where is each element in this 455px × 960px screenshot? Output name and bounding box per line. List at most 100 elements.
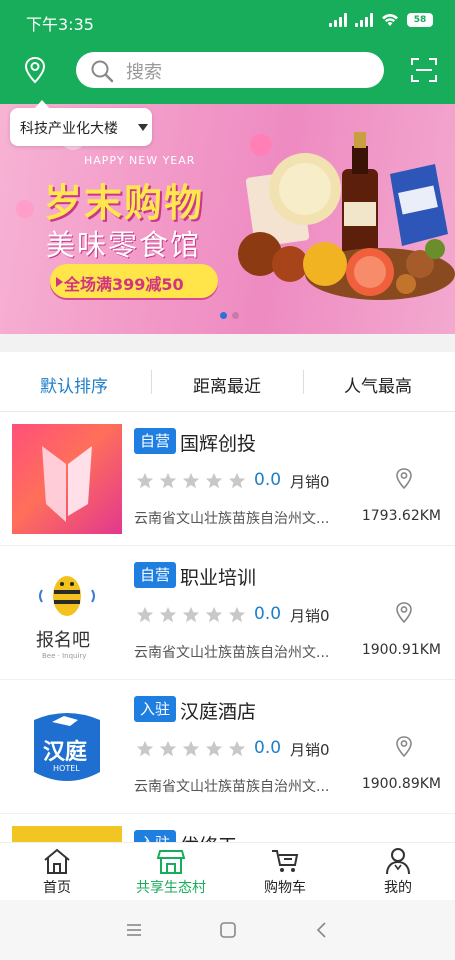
star-icon — [182, 606, 200, 623]
nav-profile[interactable]: 我的 — [343, 847, 453, 899]
store-badge: 入驻 — [134, 696, 177, 722]
home-icon — [44, 848, 70, 874]
home-square-icon[interactable] — [218, 920, 238, 940]
rating-value: 0.0 — [254, 604, 282, 624]
store-name: 国辉创投 — [180, 433, 257, 455]
shop-icon — [156, 850, 186, 874]
nav-cart[interactable]: 购物车 — [230, 847, 340, 899]
cart-icon — [272, 850, 299, 872]
location-pin-icon[interactable] — [22, 56, 48, 84]
banner-promo-pill: 全场满399减50 — [50, 264, 218, 298]
star-icon — [136, 606, 154, 623]
banner-happy-text: HAPPY NEW YEAR — [84, 154, 196, 167]
pagination-dot — [232, 312, 239, 319]
snack-products-image — [238, 132, 455, 300]
location-pin-icon — [396, 736, 412, 758]
store-address: 云南省文山壮族苗族自治州文... — [134, 511, 330, 527]
logo-text: 汉庭 — [43, 740, 88, 765]
signal-icon — [355, 13, 373, 27]
rating-stars — [136, 740, 246, 758]
star-icon — [228, 740, 246, 757]
pagination-dot-active — [220, 312, 227, 319]
logo-subtext: Bee · Inquiry — [42, 652, 87, 660]
banner-title: 岁末购物 — [44, 181, 205, 225]
monthly-sales: 月销0 — [290, 741, 330, 759]
section-divider — [0, 334, 455, 352]
logo-text: 报名吧 — [36, 630, 90, 651]
store-name: 汉庭酒店 — [180, 701, 257, 723]
location-pin-icon — [396, 602, 412, 624]
rating-stars — [136, 472, 246, 490]
search-icon — [91, 60, 114, 83]
location-label: 科技产业化大楼 — [20, 121, 118, 137]
store-distance: 1900.91KM — [361, 642, 441, 658]
star-icon — [159, 472, 177, 489]
search-placeholder: 搜索 — [126, 62, 162, 83]
bottom-navigation: 首页 共享生态村 购物车 我的 — [0, 842, 455, 900]
monthly-sales: 月销0 — [290, 607, 330, 625]
store-distance: 1900.89KM — [361, 776, 441, 792]
nav-eco-village-label: 共享生态村 — [136, 880, 206, 896]
nav-cart-label: 购物车 — [264, 880, 306, 896]
star-icon — [205, 740, 223, 757]
nav-home[interactable]: 首页 — [2, 847, 112, 899]
wifi-icon — [382, 14, 398, 26]
status-time: 下午3:35 — [26, 15, 94, 34]
user-icon — [386, 848, 410, 875]
store-thumbnail: 汉庭 HOTEL — [12, 692, 122, 802]
rating-value: 0.0 — [254, 738, 282, 758]
banner-pagination — [220, 312, 239, 319]
search-input[interactable]: 搜索 — [76, 52, 384, 88]
system-navigation-bar — [0, 900, 455, 960]
tab-separator — [303, 370, 304, 394]
top-bar: 下午3:35 58 搜索 — [0, 0, 455, 104]
back-icon[interactable] — [312, 920, 332, 940]
monthly-sales: 月销0 — [290, 473, 330, 491]
tab-nearest[interactable]: 距离最近 — [193, 372, 261, 397]
menu-icon[interactable] — [124, 920, 144, 940]
store-address: 云南省文山壮族苗族自治州文... — [134, 779, 330, 795]
star-icon — [182, 740, 200, 757]
caret-down-icon — [138, 124, 148, 131]
store-name: 职业培训 — [180, 567, 257, 589]
store-distance: 1793.62KM — [361, 508, 441, 524]
rating-value: 0.0 — [254, 470, 282, 490]
star-icon — [159, 606, 177, 623]
location-selector[interactable]: 科技产业化大楼 — [10, 100, 152, 146]
tab-default-sort[interactable]: 默认排序 — [40, 372, 108, 397]
battery-icon: 58 — [407, 13, 433, 27]
banner-decoration — [16, 200, 34, 218]
store-item[interactable]: 入驻 优修工 — [0, 814, 455, 842]
store-item[interactable]: 汉庭 HOTEL 入驻 汉庭酒店 0.0 月销0 云南省文山壮族苗族自治州文..… — [0, 680, 455, 814]
star-icon — [228, 472, 246, 489]
banner-promo-text: 全场满399减50 — [64, 275, 184, 294]
nav-eco-village[interactable]: 共享生态村 — [116, 847, 226, 899]
banner-subtitle: 美味零食馆 — [46, 228, 202, 262]
store-thumbnail: 报名吧 Bee · Inquiry — [12, 558, 122, 668]
star-icon — [136, 740, 154, 757]
store-name: 优修工 — [180, 831, 237, 842]
sort-tabs: 默认排序 距离最近 人气最高 — [0, 352, 455, 412]
rating-stars — [136, 606, 246, 624]
star-icon — [182, 472, 200, 489]
status-icons: 58 — [329, 13, 433, 27]
star-icon — [205, 606, 223, 623]
store-item[interactable]: 自营 国辉创投 0.0 月销0 云南省文山壮族苗族自治州文... 1793.62… — [0, 412, 455, 546]
store-item[interactable]: 报名吧 Bee · Inquiry 自营 职业培训 0.0 月销0 云南省文山壮… — [0, 546, 455, 680]
scan-icon[interactable] — [410, 56, 438, 84]
store-badge: 自营 — [134, 428, 177, 454]
nav-home-label: 首页 — [43, 880, 71, 896]
star-icon — [136, 472, 154, 489]
store-badge: 入驻 — [134, 830, 177, 842]
nav-profile-label: 我的 — [384, 880, 412, 896]
tab-most-popular[interactable]: 人气最高 — [344, 372, 412, 397]
store-address: 云南省文山壮族苗族自治州文... — [134, 645, 330, 661]
star-icon — [228, 606, 246, 623]
location-pin-icon — [396, 468, 412, 490]
tab-separator — [151, 370, 152, 394]
store-thumbnail — [12, 424, 122, 534]
star-icon — [159, 740, 177, 757]
store-thumbnail — [12, 826, 122, 842]
status-bar: 下午3:35 58 — [0, 0, 455, 42]
store-badge: 自营 — [134, 562, 177, 588]
